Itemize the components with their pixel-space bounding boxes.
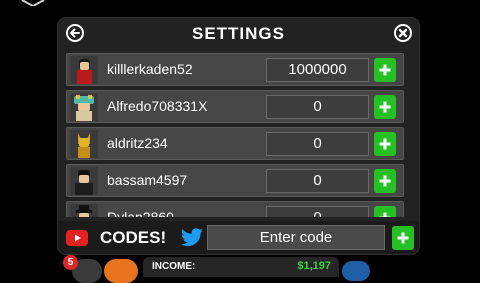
close-button[interactable]: [394, 24, 412, 42]
codes-label: CODES!: [100, 228, 167, 247]
notification-badge: 5: [63, 255, 78, 270]
player-list[interactable]: killlerkaden52 1000000 Alfredo708331X 0: [66, 53, 404, 217]
player-value-field[interactable]: 0: [266, 95, 369, 119]
add-value-button[interactable]: [374, 58, 396, 82]
black-hat-avatar: [70, 204, 98, 217]
hud-button-orange[interactable]: [104, 259, 138, 283]
income-value: $1,197: [297, 260, 331, 272]
player-row: Alfredo708331X 0: [66, 90, 404, 123]
close-icon: [398, 28, 408, 38]
player-row: bassam4597 0: [66, 164, 404, 197]
player-username: Dylan2860: [107, 209, 174, 217]
add-value-button[interactable]: [374, 132, 396, 156]
player-value-field[interactable]: 0: [266, 132, 369, 156]
player-username: aldritz234: [107, 135, 168, 151]
teal-headdress-avatar: [70, 93, 98, 121]
redeem-code-button[interactable]: [392, 226, 414, 250]
hud-top-notch: [21, 0, 45, 6]
player-value-field[interactable]: 0: [266, 169, 369, 193]
add-value-button[interactable]: [374, 169, 396, 193]
player-row: Dylan2860 0: [66, 201, 404, 217]
code-input[interactable]: [207, 225, 385, 250]
add-value-button[interactable]: [374, 206, 396, 217]
income-label: INCOME:: [152, 261, 196, 272]
golden-dog-avatar: [70, 130, 98, 158]
codes-bar: CODES!: [58, 221, 419, 254]
income-bar: INCOME: $1,197: [143, 257, 339, 277]
player-row: killlerkaden52 1000000: [66, 53, 404, 86]
twitter-icon[interactable]: [180, 228, 204, 248]
player-username: bassam4597: [107, 172, 188, 188]
youtube-icon[interactable]: [66, 230, 88, 246]
settings-panel: SETTINGS killlerkaden52 1000000 Alfredo7…: [57, 17, 420, 255]
player-value-field[interactable]: 0: [266, 206, 369, 217]
black-hair-avatar: [70, 56, 98, 84]
panel-title: SETTINGS: [191, 24, 285, 43]
player-value-field[interactable]: 1000000: [266, 58, 369, 82]
player-username: killlerkaden52: [107, 61, 193, 77]
black-hair-avatar: [70, 167, 98, 195]
add-value-button[interactable]: [374, 95, 396, 119]
hud-button-blue[interactable]: [342, 261, 370, 281]
player-row: aldritz234 0: [66, 127, 404, 160]
player-username: Alfredo708331X: [107, 98, 208, 114]
